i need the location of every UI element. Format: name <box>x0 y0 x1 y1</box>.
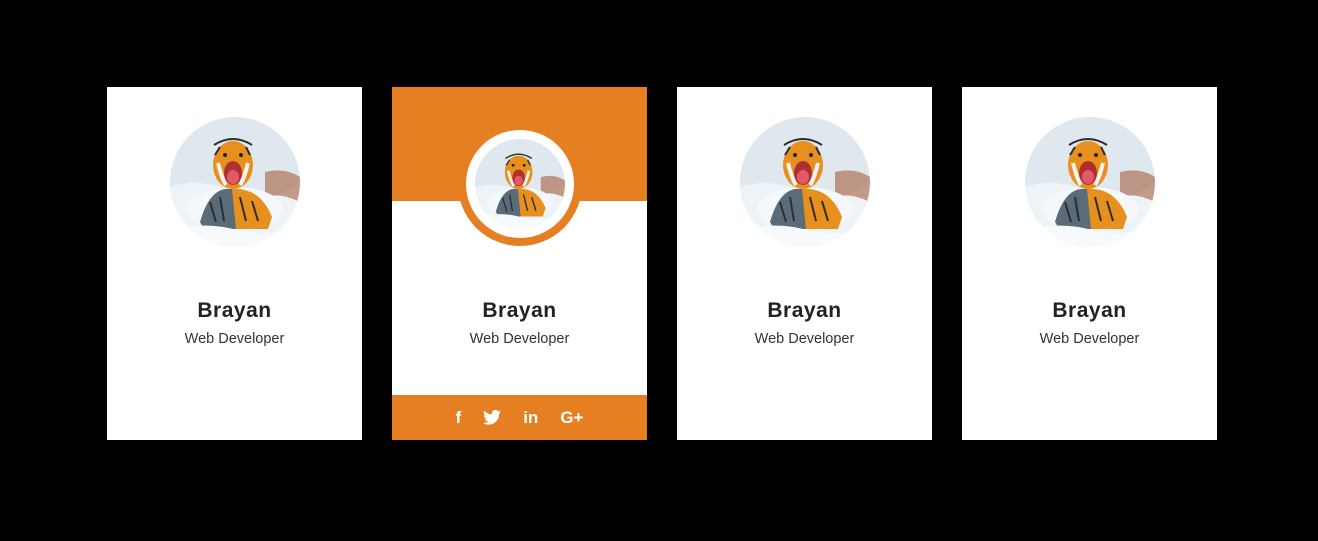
avatar-frame <box>170 117 300 247</box>
profile-role: Web Developer <box>1039 331 1140 347</box>
google-plus-icon[interactable]: G+ <box>560 408 583 428</box>
avatar <box>1025 117 1155 247</box>
tiger-photo <box>1025 117 1155 247</box>
avatar-frame <box>740 117 870 247</box>
team-cards: Brayan Web Developer Brayan Web Develope… <box>107 87 1217 440</box>
avatar-frame <box>1025 117 1155 247</box>
linkedin-icon[interactable]: in <box>523 408 538 428</box>
profile-card[interactable]: Brayan Web Developer <box>962 87 1217 440</box>
profile-name: Brayan <box>767 299 842 322</box>
twitter-icon[interactable] <box>483 408 502 428</box>
avatar-frame <box>458 122 582 246</box>
profile-card[interactable]: Brayan Web Developer <box>677 87 932 440</box>
profile-name: Brayan <box>482 299 557 322</box>
avatar <box>740 117 870 247</box>
twitter-bird-glyph <box>483 410 502 425</box>
profile-card[interactable]: Brayan Web Developer <box>107 87 362 440</box>
facebook-icon[interactable]: f <box>456 408 462 428</box>
profile-role: Web Developer <box>469 331 570 347</box>
tiger-photo <box>475 139 565 229</box>
profile-role: Web Developer <box>754 331 855 347</box>
social-bar: f in G+ <box>392 395 647 440</box>
tiger-photo <box>740 117 870 247</box>
profile-role: Web Developer <box>184 331 285 347</box>
profile-name: Brayan <box>1052 299 1127 322</box>
avatar <box>475 139 565 229</box>
profile-card[interactable]: Brayan Web Developer f in G+ <box>392 87 647 440</box>
tiger-photo <box>170 117 300 247</box>
profile-name: Brayan <box>197 299 272 322</box>
avatar <box>170 117 300 247</box>
